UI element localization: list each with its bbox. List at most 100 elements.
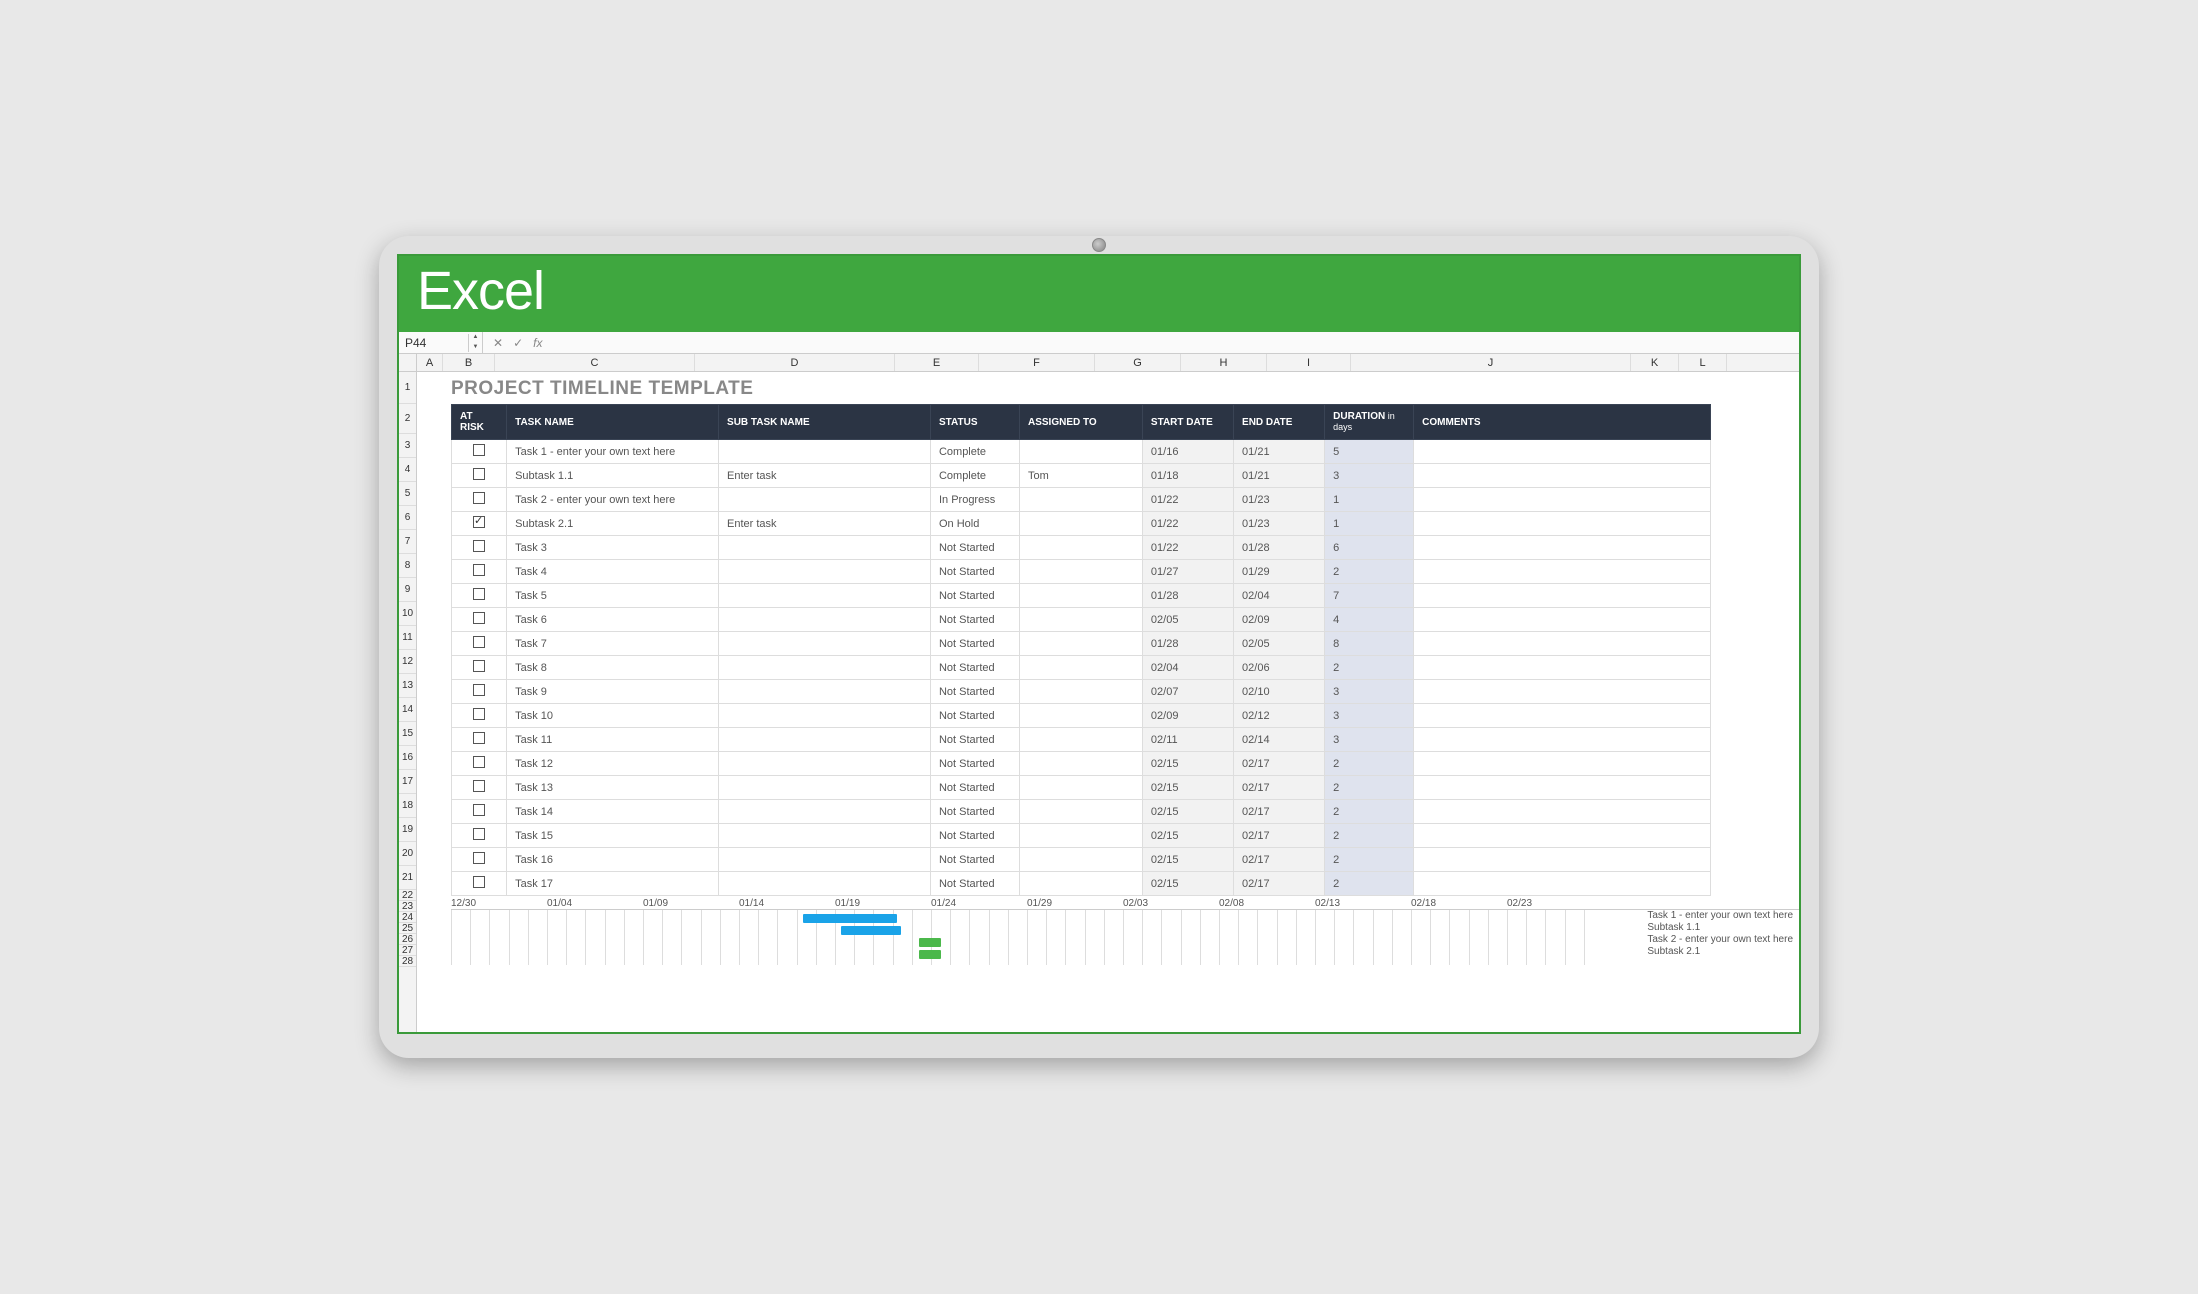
hdr-at-risk[interactable]: AT RISK [452, 405, 507, 440]
cell-end[interactable]: 02/10 [1234, 680, 1325, 704]
cell-status[interactable]: Not Started [930, 752, 1019, 776]
cell-assigned[interactable] [1019, 824, 1142, 848]
row-header[interactable]: 8 [399, 554, 416, 578]
cell-comments[interactable] [1414, 752, 1711, 776]
cell-at-risk[interactable] [452, 848, 507, 872]
name-box[interactable]: P44 [399, 334, 469, 352]
checkbox-icon[interactable] [473, 468, 485, 480]
cell-start[interactable]: 01/16 [1142, 440, 1233, 464]
cell-duration[interactable]: 2 [1325, 656, 1414, 680]
cell-comments[interactable] [1414, 704, 1711, 728]
row-header[interactable]: 13 [399, 674, 416, 698]
hdr-assigned[interactable]: ASSIGNED TO [1019, 405, 1142, 440]
cell-duration[interactable]: 7 [1325, 584, 1414, 608]
row-header[interactable]: 1 [399, 372, 416, 404]
cell-status[interactable]: Not Started [930, 824, 1019, 848]
cell-subtask[interactable] [719, 584, 931, 608]
cell-end[interactable]: 01/21 [1234, 464, 1325, 488]
cell-status[interactable]: Not Started [930, 680, 1019, 704]
cell-comments[interactable] [1414, 440, 1711, 464]
cell-start[interactable]: 01/22 [1142, 488, 1233, 512]
row-header[interactable]: 15 [399, 722, 416, 746]
cell-at-risk[interactable] [452, 560, 507, 584]
row-header[interactable]: 23 [399, 901, 416, 912]
formula-input[interactable] [552, 341, 1799, 345]
cell-comments[interactable] [1414, 632, 1711, 656]
cell-assigned[interactable] [1019, 704, 1142, 728]
row-header[interactable]: 26 [399, 934, 416, 945]
cell-task[interactable]: Task 15 [507, 824, 719, 848]
table-row[interactable]: Task 16Not Started02/1502/172 [452, 848, 1711, 872]
row-header[interactable]: 25 [399, 923, 416, 934]
table-row[interactable]: Task 9Not Started02/0702/103 [452, 680, 1711, 704]
cell-at-risk[interactable] [452, 800, 507, 824]
cell-task[interactable]: Task 1 - enter your own text here [507, 440, 719, 464]
cell-at-risk[interactable] [452, 752, 507, 776]
checkbox-icon[interactable] [473, 804, 485, 816]
cell-duration[interactable]: 2 [1325, 848, 1414, 872]
cell-end[interactable]: 02/05 [1234, 632, 1325, 656]
row-header[interactable]: 10 [399, 602, 416, 626]
cell-start[interactable]: 01/22 [1142, 512, 1233, 536]
cell-comments[interactable] [1414, 464, 1711, 488]
checkbox-icon[interactable] [473, 660, 485, 672]
cell-duration[interactable]: 2 [1325, 800, 1414, 824]
row-header[interactable]: 7 [399, 530, 416, 554]
cell-start[interactable]: 02/05 [1142, 608, 1233, 632]
col-header-A[interactable]: A [417, 354, 443, 371]
cell-start[interactable]: 02/15 [1142, 824, 1233, 848]
cell-duration[interactable]: 2 [1325, 776, 1414, 800]
checkbox-icon[interactable] [473, 612, 485, 624]
cell-end[interactable]: 02/17 [1234, 800, 1325, 824]
cell-comments[interactable] [1414, 656, 1711, 680]
cell-end[interactable]: 02/17 [1234, 752, 1325, 776]
cell-comments[interactable] [1414, 800, 1711, 824]
col-header-J[interactable]: J [1351, 354, 1631, 371]
cell-comments[interactable] [1414, 584, 1711, 608]
cell-end[interactable]: 02/09 [1234, 608, 1325, 632]
cell-at-risk[interactable] [452, 680, 507, 704]
row-header[interactable]: 24 [399, 912, 416, 923]
cell-status[interactable]: Not Started [930, 704, 1019, 728]
gantt-bar[interactable] [919, 938, 941, 947]
cell-at-risk[interactable] [452, 632, 507, 656]
cell-status[interactable]: Not Started [930, 632, 1019, 656]
row-header[interactable]: 19 [399, 818, 416, 842]
cell-assigned[interactable] [1019, 536, 1142, 560]
cell-task[interactable]: Task 6 [507, 608, 719, 632]
cell-task[interactable]: Task 9 [507, 680, 719, 704]
cell-duration[interactable]: 8 [1325, 632, 1414, 656]
cell-comments[interactable] [1414, 728, 1711, 752]
cell-comments[interactable] [1414, 872, 1711, 896]
gantt-bar[interactable] [919, 950, 941, 959]
table-row[interactable]: Task 13Not Started02/1502/172 [452, 776, 1711, 800]
table-row[interactable]: Task 6 Not Started 02/0502/094 [452, 608, 1711, 632]
table-row[interactable]: Subtask 2.1Enter taskOn Hold01/2201/231 [452, 512, 1711, 536]
col-header-C[interactable]: C [495, 354, 695, 371]
cell-task[interactable]: Task 5 [507, 584, 719, 608]
row-header[interactable]: 17 [399, 770, 416, 794]
row-header[interactable]: 4 [399, 458, 416, 482]
table-row[interactable]: Subtask 1.1Enter taskCompleteTom01/1801/… [452, 464, 1711, 488]
cell-status[interactable]: Not Started [930, 608, 1019, 632]
checkbox-icon[interactable] [473, 708, 485, 720]
table-row[interactable]: Task 2 - enter your own text hereIn Prog… [452, 488, 1711, 512]
hdr-status[interactable]: STATUS [930, 405, 1019, 440]
cell-status[interactable]: Not Started [930, 848, 1019, 872]
cell-end[interactable]: 02/14 [1234, 728, 1325, 752]
cell-end[interactable]: 02/12 [1234, 704, 1325, 728]
cell-status[interactable]: On Hold [930, 512, 1019, 536]
row-header[interactable]: 28 [399, 956, 416, 967]
cell-duration[interactable]: 5 [1325, 440, 1414, 464]
cell-subtask[interactable] [719, 824, 931, 848]
checkbox-icon[interactable] [473, 588, 485, 600]
cell-duration[interactable]: 1 [1325, 512, 1414, 536]
cell-duration[interactable]: 4 [1325, 608, 1414, 632]
col-header-G[interactable]: G [1095, 354, 1181, 371]
checkbox-icon[interactable] [473, 876, 485, 888]
cell-subtask[interactable]: Enter task [719, 512, 931, 536]
row-header[interactable]: 20 [399, 842, 416, 866]
cell-start[interactable]: 02/11 [1142, 728, 1233, 752]
cell-subtask[interactable] [719, 800, 931, 824]
cell-subtask[interactable] [719, 776, 931, 800]
